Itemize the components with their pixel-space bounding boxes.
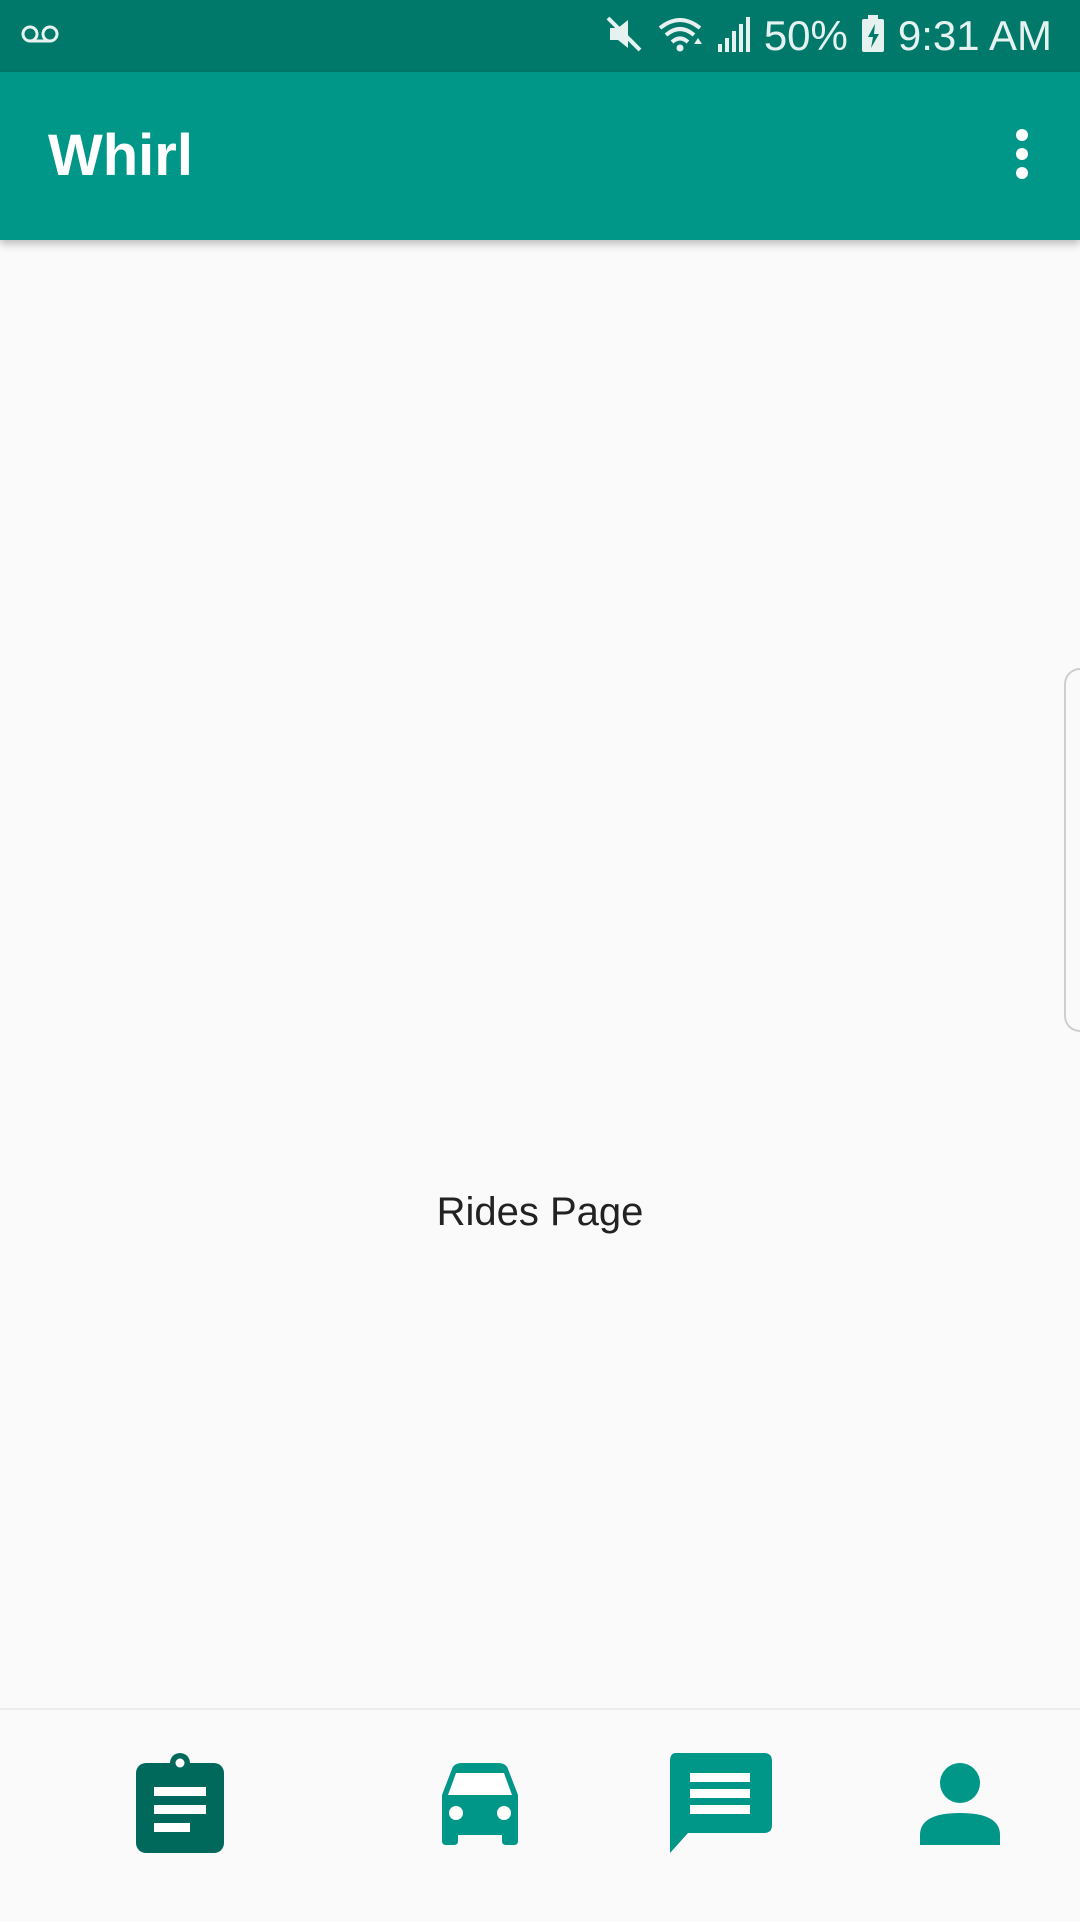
overflow-menu-button[interactable]	[992, 120, 1052, 192]
status-right: 50% 9:31 AM	[604, 10, 1052, 62]
status-bar: 50% 9:31 AM	[0, 0, 1080, 72]
edge-panel-handle[interactable]	[1064, 668, 1080, 1032]
app-bar: Whirl	[0, 72, 1080, 240]
wifi-icon	[656, 14, 704, 59]
person-icon	[918, 1761, 1002, 1850]
main-content: Rides Page	[0, 240, 1080, 1708]
mute-icon	[604, 14, 644, 59]
voicemail-icon	[20, 25, 60, 52]
nav-item-rides[interactable]	[410, 1730, 550, 1880]
nav-item-tasks[interactable]	[110, 1730, 250, 1880]
message-icon	[668, 1752, 772, 1858]
battery-charging-icon	[860, 14, 886, 59]
more-vert-icon	[1014, 128, 1030, 185]
page-label: Rides Page	[436, 1190, 644, 1234]
battery-percent: 50%	[763, 12, 848, 59]
nav-item-messages[interactable]	[650, 1730, 790, 1880]
app-title: Whirl	[48, 123, 193, 188]
clock: 9:31 AM	[897, 12, 1052, 59]
bottom-navigation	[0, 1708, 1080, 1922]
status-left	[20, 20, 60, 53]
signal-icon	[716, 14, 752, 59]
car-icon	[432, 1761, 528, 1850]
assignment-icon	[132, 1751, 228, 1860]
nav-item-profile[interactable]	[890, 1730, 1030, 1880]
